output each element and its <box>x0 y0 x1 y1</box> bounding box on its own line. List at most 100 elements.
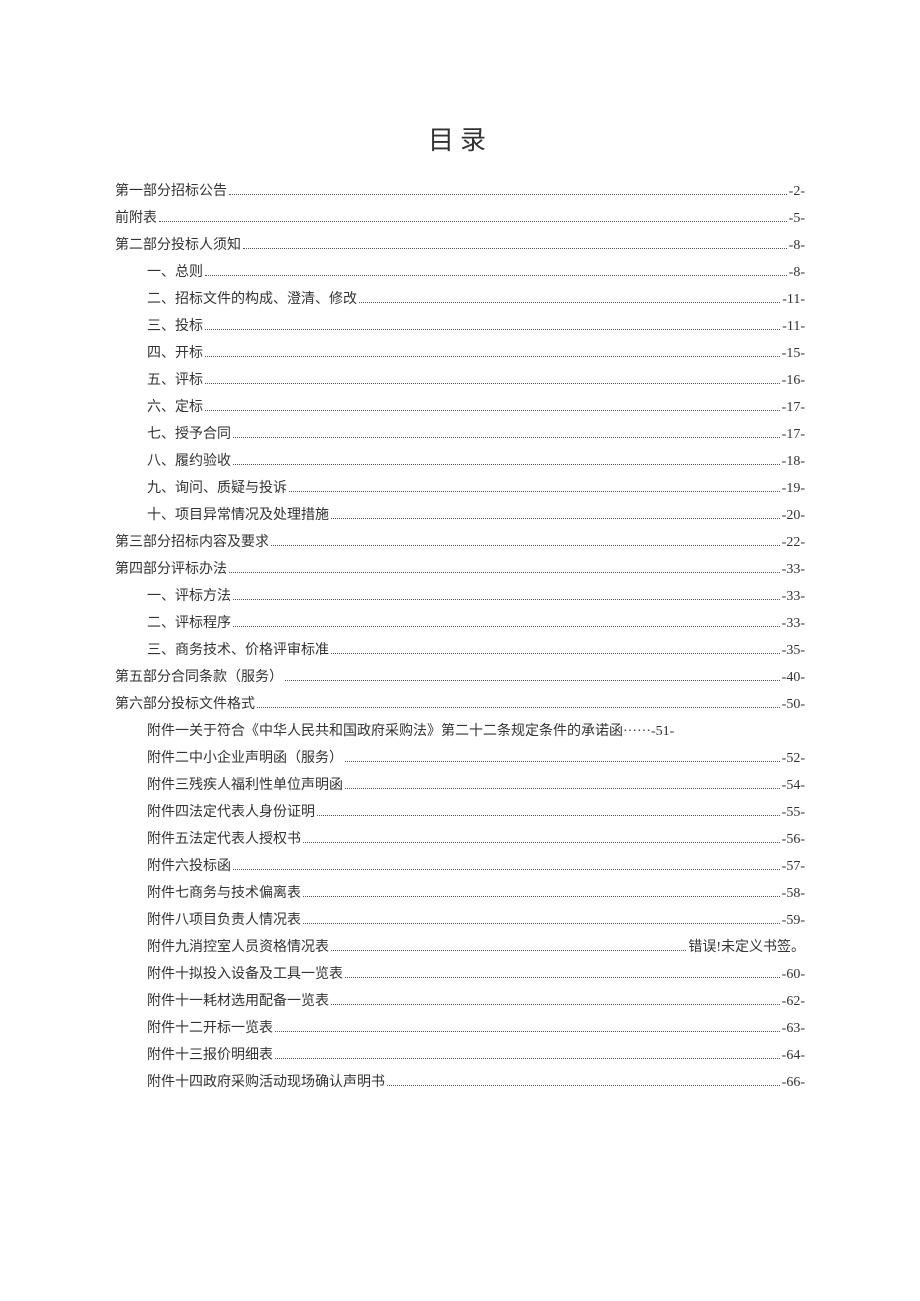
toc-entry: 一、评标方法-33- <box>115 590 805 604</box>
toc-leader-dots <box>233 464 780 465</box>
toc-entry-page: -35- <box>782 644 805 658</box>
toc-entry-page: -62- <box>782 995 805 1009</box>
toc-entry-label: 二、招标文件的构成、澄清、修改 <box>147 293 357 307</box>
toc-leader-dots <box>205 356 780 357</box>
toc-leader-dots <box>205 329 780 330</box>
toc-entry-page: -17- <box>782 428 805 442</box>
toc-entry: 附件八项目负责人情况表-59- <box>115 914 805 928</box>
toc-leader-dots <box>303 896 780 897</box>
toc-entry-page: -54- <box>782 779 805 793</box>
toc-leader-dots <box>229 194 787 195</box>
toc-leader-dots <box>233 599 780 600</box>
toc-leader-dots <box>345 788 780 789</box>
toc-leader-dots <box>275 1031 780 1032</box>
toc-entry-label: 九、询问、质疑与投诉 <box>147 482 287 496</box>
toc-leader-dots <box>359 302 780 303</box>
toc-entry: 五、评标-16- <box>115 374 805 388</box>
toc-entry-label: 附件三残疾人福利性单位声明函 <box>147 779 343 793</box>
toc-entry-page: -63- <box>782 1022 805 1036</box>
toc-leader-dots <box>233 869 780 870</box>
toc-leader-dots <box>229 572 780 573</box>
toc-leader-dots <box>331 950 686 951</box>
toc-leader-dots <box>331 518 780 519</box>
toc-entry-label: 第四部分评标办法 <box>115 563 227 577</box>
toc-leader-dots <box>205 383 780 384</box>
toc-entry: 六、定标 -17- <box>115 401 805 415</box>
toc-leader-dots <box>271 545 780 546</box>
toc-entry-page: -60- <box>782 968 805 982</box>
toc-entry-label: 十、项目异常情况及处理措施 <box>147 509 329 523</box>
toc-entry: 第三部分招标内容及要求-22- <box>115 536 805 550</box>
toc-entry-page: -18- <box>782 455 805 469</box>
toc-leader-dots <box>387 1085 780 1086</box>
toc-entry-label: 七、授予合同 <box>147 428 231 442</box>
toc-entry-label: 第五部分合同条款（服务） <box>115 671 283 685</box>
toc-entry: 三、商务技术、价格评审标准 -35- <box>115 644 805 658</box>
toc-entry-label: 第二部分投标人须知 <box>115 239 241 253</box>
toc-entry-page: -56- <box>782 833 805 847</box>
toc-body: 第一部分招标公告-2- 前附表-5- 第二部分投标人须知 -8- 一、总则 -8- 二、招标… <box>115 185 805 1090</box>
toc-entry-label: 第六部分投标文件格式 <box>115 698 255 712</box>
toc-entry: 一、总则 -8- <box>115 266 805 280</box>
toc-entry: 第一部分招标公告-2- <box>115 185 805 199</box>
toc-entry-label: 附件五法定代表人授权书 <box>147 833 301 847</box>
toc-entry: 第四部分评标办法 -33- <box>115 563 805 577</box>
toc-entry-page: -8- <box>789 266 805 280</box>
toc-leader-dots <box>345 761 780 762</box>
toc-entry-page: -15- <box>782 347 805 361</box>
toc-leader-dots <box>317 815 780 816</box>
toc-entry: 附件九消控室人员资格情况表 错误!未定义书签。 <box>115 941 805 955</box>
toc-entry-label: 八、履约验收 <box>147 455 231 469</box>
toc-entry-page: -22- <box>782 536 805 550</box>
toc-entry-page: -57- <box>782 860 805 874</box>
toc-entry: 附件十四政府采购活动现场确认声明书-66- <box>115 1076 805 1090</box>
toc-entry-page: -19- <box>782 482 805 496</box>
toc-entry-label: 附件七商务与技术偏离表 <box>147 887 301 901</box>
toc-entry-page: -58- <box>782 887 805 901</box>
toc-leader-dots <box>303 842 780 843</box>
toc-leader-dots <box>331 1004 780 1005</box>
toc-entry-page: -20- <box>782 509 805 523</box>
toc-entry-page: -55- <box>782 806 805 820</box>
toc-entry-label: 四、开标 <box>147 347 203 361</box>
toc-entry-page: -33- <box>782 563 805 577</box>
toc-entry-label: 附件一关于符合《中华人民共和国政府采购法》第二十二条规定条件的承诺函······… <box>147 725 674 739</box>
toc-entry: 附件六投标函-57- <box>115 860 805 874</box>
toc-entry: 第二部分投标人须知 -8- <box>115 239 805 253</box>
toc-entry-label: 附件十拟投入设备及工具一览表 <box>147 968 343 982</box>
toc-entry: 四、开标 -15- <box>115 347 805 361</box>
toc-entry-page: -8- <box>789 239 805 253</box>
toc-entry: 十、项目异常情况及处理措施 -20- <box>115 509 805 523</box>
toc-leader-dots <box>303 923 780 924</box>
toc-entry-label: 前附表 <box>115 212 157 226</box>
toc-entry-label: 附件十四政府采购活动现场确认声明书 <box>147 1076 385 1090</box>
toc-entry-label: 三、投标 <box>147 320 203 334</box>
toc-title: 目录 <box>115 120 805 157</box>
toc-entry-page: -17- <box>782 401 805 415</box>
toc-entry: 附件二中小企业声明函（服务）-52- <box>115 752 805 766</box>
toc-entry-label: 六、定标 <box>147 401 203 415</box>
toc-entry: 七、授予合同 -17- <box>115 428 805 442</box>
toc-leader-dots <box>233 626 780 627</box>
toc-entry-label: 一、总则 <box>147 266 203 280</box>
toc-entry: 前附表-5- <box>115 212 805 226</box>
toc-leader-dots <box>345 977 780 978</box>
toc-entry-page: -40- <box>782 671 805 685</box>
toc-entry-label: 三、商务技术、价格评审标准 <box>147 644 329 658</box>
toc-entry-label: 一、评标方法 <box>147 590 231 604</box>
toc-leader-dots <box>285 680 780 681</box>
toc-leader-dots <box>289 491 780 492</box>
document-page: 目录 第一部分招标公告-2- 前附表-5- 第二部分投标人须知 -8- 一、总则 -8- 二… <box>0 0 920 1301</box>
toc-entry: 第五部分合同条款（服务） -40- <box>115 671 805 685</box>
toc-entry: 附件一关于符合《中华人民共和国政府采购法》第二十二条规定条件的承诺函······… <box>115 725 805 739</box>
toc-entry: 二、评标程序-33- <box>115 617 805 631</box>
toc-entry-page: -50- <box>782 698 805 712</box>
toc-entry: 附件七商务与技术偏离表 -58- <box>115 887 805 901</box>
toc-entry: 九、询问、质疑与投诉 -19- <box>115 482 805 496</box>
toc-entry-label: 附件四法定代表人身份证明 <box>147 806 315 820</box>
toc-entry-label: 附件二中小企业声明函（服务） <box>147 752 343 766</box>
toc-entry-page-error: 错误!未定义书签。 <box>688 941 805 955</box>
toc-entry-label: 附件十一耗材选用配备一览表 <box>147 995 329 1009</box>
toc-entry: 附件五法定代表人授权书 -56- <box>115 833 805 847</box>
toc-entry-label: 附件九消控室人员资格情况表 <box>147 941 329 955</box>
